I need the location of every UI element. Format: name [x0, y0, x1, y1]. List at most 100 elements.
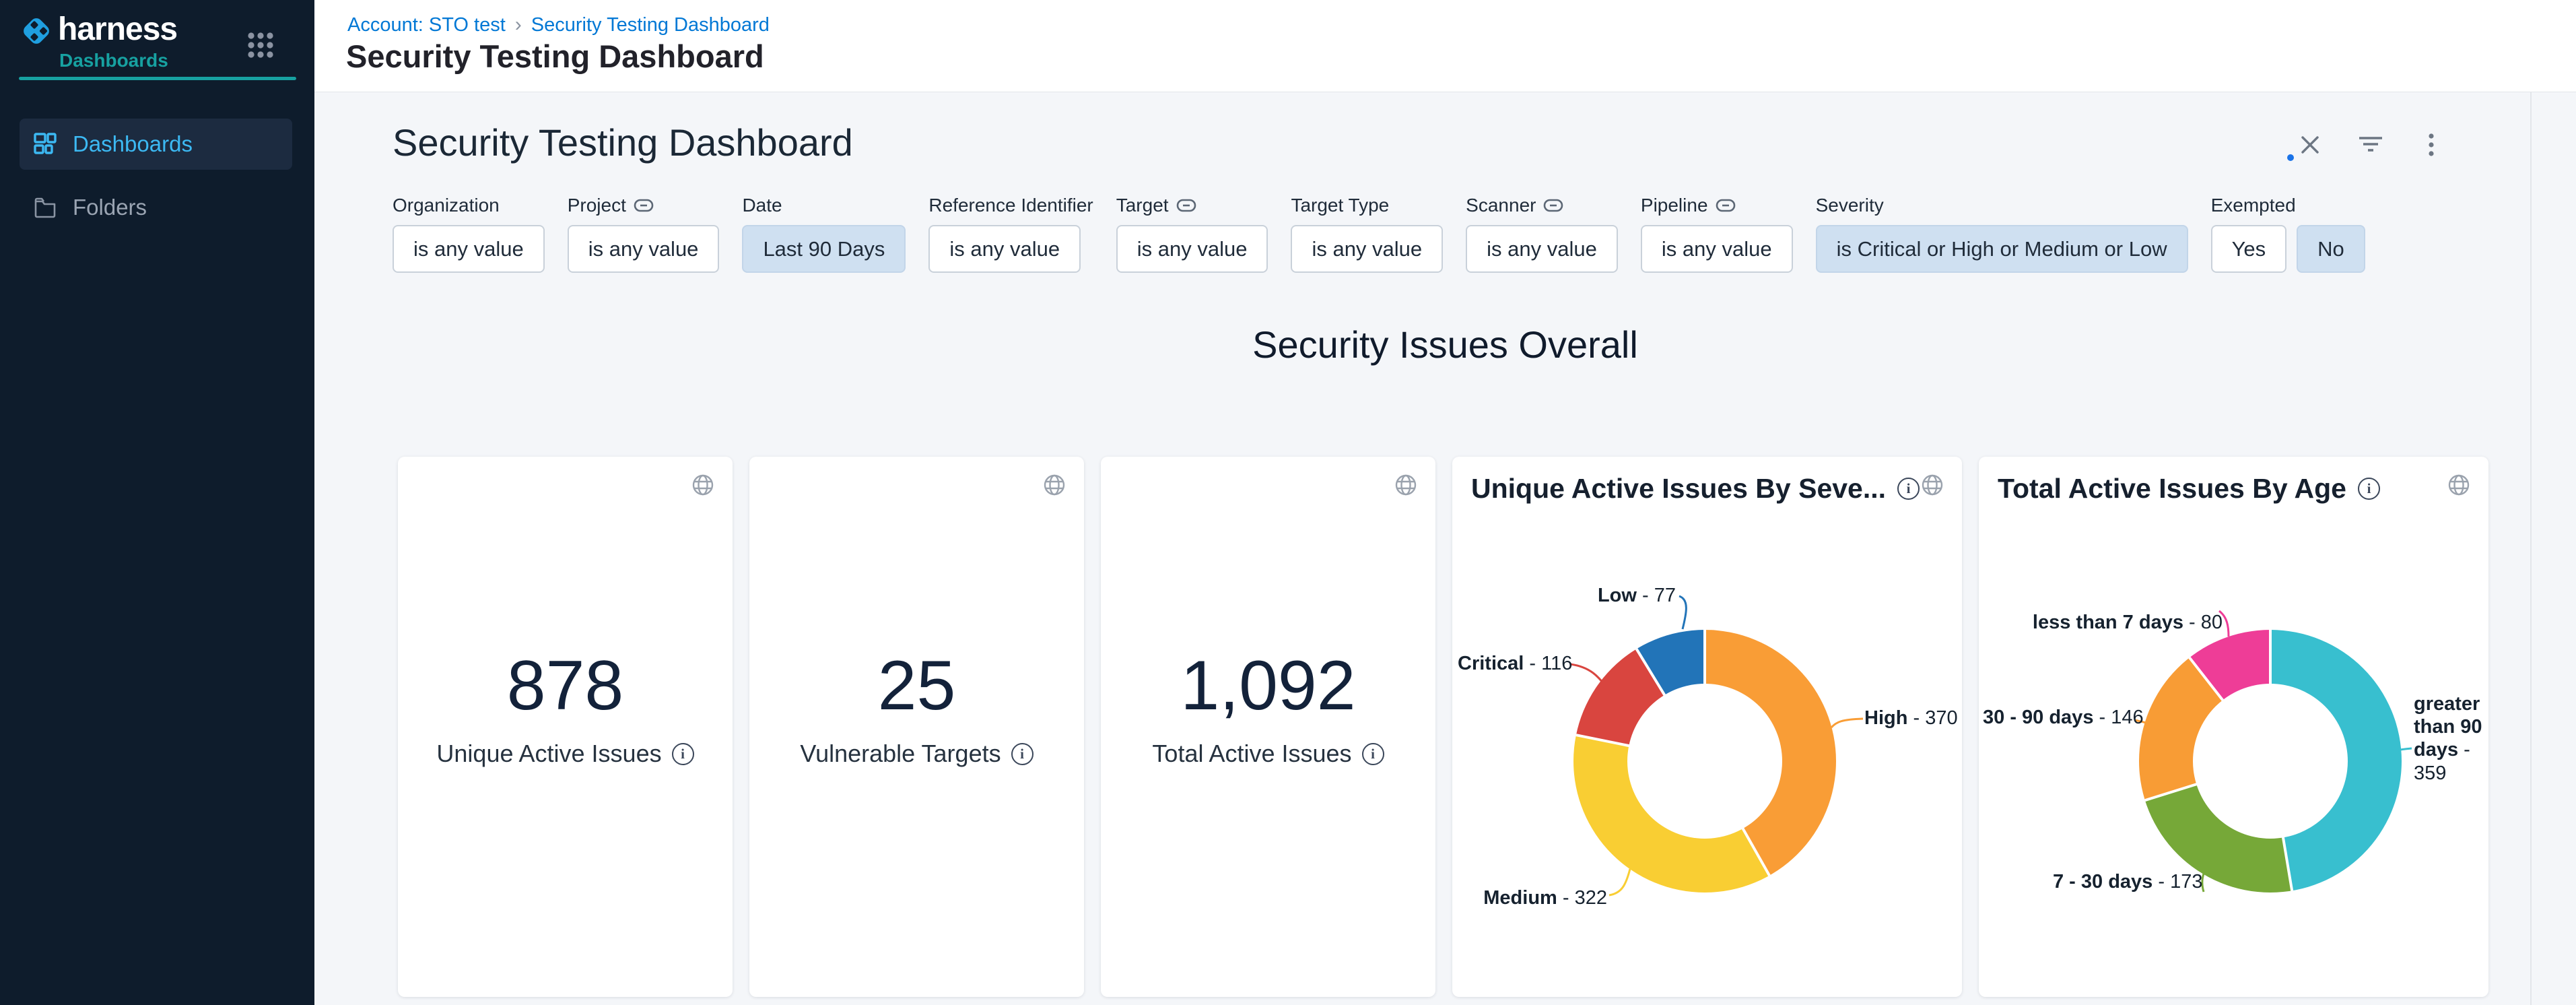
chart-card-issues-by-age: Total Active Issues By Age greater than …	[1979, 457, 2488, 997]
globe-icon[interactable]	[1392, 472, 1419, 498]
breadcrumb-separator: ›	[515, 13, 522, 36]
donut-label-greater-90: greater than 90 days - 359	[2414, 692, 2493, 785]
filter-label: Project	[568, 195, 626, 216]
stat-card-total-active-issues: 1,092 Total Active Issues	[1101, 457, 1435, 997]
sidebar-nav: Dashboards Folders	[20, 119, 292, 233]
donut-label-medium: Medium - 322	[1479, 886, 1607, 909]
sidebar-item-folders[interactable]: Folders	[20, 182, 292, 233]
info-icon[interactable]	[1011, 743, 1033, 765]
breadcrumb-dashboard-link[interactable]: Security Testing Dashboard	[531, 14, 770, 36]
stat-label: Vulnerable Targets	[800, 740, 1001, 768]
filter-target: Target is any value	[1116, 195, 1268, 273]
stat-value: 25	[749, 649, 1084, 723]
globe-icon[interactable]	[689, 472, 716, 498]
cards-row: 878 Unique Active Issues 25 Vulnerable T…	[398, 457, 2488, 997]
stat-value: 1,092	[1101, 649, 1435, 723]
stat-value: 878	[398, 649, 733, 723]
filter-value-button[interactable]: is any value	[1116, 225, 1268, 273]
filter-scanner: Scanner is any value	[1466, 195, 1618, 273]
donut-label-7-30: 7 - 30 days - 173	[2053, 870, 2201, 893]
stat-card-vulnerable-targets: 25 Vulnerable Targets	[749, 457, 1084, 997]
filter-date: Date Last 90 Days	[742, 195, 906, 273]
sidebar-item-dashboards[interactable]: Dashboards	[20, 119, 292, 170]
filter-label: Severity	[1816, 195, 1884, 216]
brand-name: harness	[58, 11, 177, 48]
filter-icon[interactable]	[2359, 133, 2383, 157]
filter-label: Reference Identifier	[928, 195, 1093, 216]
filter-value-button[interactable]: is any value	[928, 225, 1081, 273]
section-heading: Security Issues Overall	[314, 323, 2576, 366]
filter-pipeline: Pipeline is any value	[1641, 195, 1793, 273]
harness-logo-icon	[20, 15, 53, 47]
filter-value-button[interactable]: Yes	[2211, 225, 2287, 273]
link-icon	[1543, 199, 1563, 212]
dashboard-content: Security Testing Dashboard Organization i…	[314, 92, 2576, 1005]
stat-label: Total Active Issues	[1152, 740, 1351, 768]
sidebar-item-label: Folders	[73, 195, 147, 220]
breadcrumb: Account: STO test › Security Testing Das…	[347, 13, 770, 36]
filter-value-button[interactable]: is any value	[393, 225, 545, 273]
globe-icon[interactable]	[1041, 472, 1068, 498]
severity-donut-chart[interactable]	[1573, 630, 1836, 893]
more-options-icon[interactable]	[2419, 133, 2443, 157]
filter-value-button[interactable]: No	[2297, 225, 2365, 273]
filter-label: Exempted	[2211, 195, 2296, 216]
cursor-dot	[2287, 154, 2294, 161]
callout-line	[1679, 596, 1686, 629]
filter-value-button[interactable]: Last 90 Days	[742, 225, 906, 273]
filter-value-button[interactable]: is any value	[568, 225, 720, 273]
donut-label-30-90: 30 - 90 days - 146	[1983, 706, 2131, 729]
info-icon[interactable]	[672, 743, 694, 765]
filter-project: Project is any value	[568, 195, 720, 273]
sidebar-item-label: Dashboards	[73, 131, 193, 157]
donut-label-low: Low - 77	[1553, 584, 1676, 607]
filter-label: Scanner	[1466, 195, 1536, 216]
filter-target-type: Target Type is any value	[1291, 195, 1443, 273]
page-title: Security Testing Dashboard	[346, 38, 764, 75]
info-icon[interactable]	[1897, 478, 1920, 500]
donut-label-high: High - 370	[1864, 707, 1958, 730]
donut-hole	[1627, 684, 1782, 839]
filter-value-button[interactable]: is any value	[1641, 225, 1793, 273]
filter-value-button[interactable]: is any value	[1291, 225, 1443, 273]
dashboard-panel-title: Security Testing Dashboard	[393, 121, 853, 164]
filter-bar: Organization is any value Project is any va…	[393, 195, 2365, 273]
filter-severity: Severity is Critical or High or Medium or…	[1816, 195, 2188, 273]
info-icon[interactable]	[1362, 743, 1384, 765]
donut-label-less-7: less than 7 days - 80	[2031, 611, 2223, 634]
stat-label: Unique Active Issues	[436, 740, 661, 768]
chart-card-issues-by-severity: Unique Active Issues By Seve... High - 3…	[1452, 457, 1962, 997]
chart-title: Total Active Issues By Age	[1998, 473, 2346, 505]
globe-icon[interactable]	[2445, 472, 2472, 498]
age-donut-chart[interactable]	[2139, 630, 2402, 893]
info-icon[interactable]	[2358, 478, 2380, 500]
filter-value-button[interactable]: is Critical or High or Medium or Low	[1816, 225, 2188, 273]
app-switcher-icon[interactable]	[245, 30, 276, 61]
link-icon	[634, 199, 654, 212]
chart-title: Unique Active Issues By Seve...	[1471, 473, 1886, 505]
filter-exempted: Exempted YesNo	[2211, 195, 2365, 273]
stat-card-unique-active-issues: 878 Unique Active Issues	[398, 457, 733, 997]
link-icon	[1716, 199, 1736, 212]
module-label: Dashboards	[59, 50, 168, 71]
scrollbar-track[interactable]	[2530, 92, 2532, 1005]
dashboards-icon	[34, 133, 57, 156]
donut-label-critical: Critical - 116	[1458, 652, 1568, 675]
close-icon[interactable]	[2298, 133, 2322, 157]
sidebar: harness Dashboards Dashboards	[0, 0, 314, 1005]
filter-label: Date	[742, 195, 782, 216]
breadcrumb-account-link[interactable]: Account: STO test	[347, 14, 506, 36]
filter-reference-identifier: Reference Identifier is any value	[928, 195, 1093, 273]
filter-organization: Organization is any value	[393, 195, 545, 273]
filter-label: Organization	[393, 195, 500, 216]
filter-label: Pipeline	[1641, 195, 1708, 216]
topbar: Account: STO test › Security Testing Das…	[314, 0, 2576, 92]
filter-value-button[interactable]: is any value	[1466, 225, 1618, 273]
link-icon	[1176, 199, 1196, 212]
callout-line	[1831, 719, 1863, 727]
dashboard-actions	[2298, 133, 2443, 157]
globe-icon[interactable]	[1919, 472, 1946, 498]
donut-hole	[2193, 684, 2348, 839]
filter-label: Target Type	[1291, 195, 1389, 216]
filter-label: Target	[1116, 195, 1169, 216]
